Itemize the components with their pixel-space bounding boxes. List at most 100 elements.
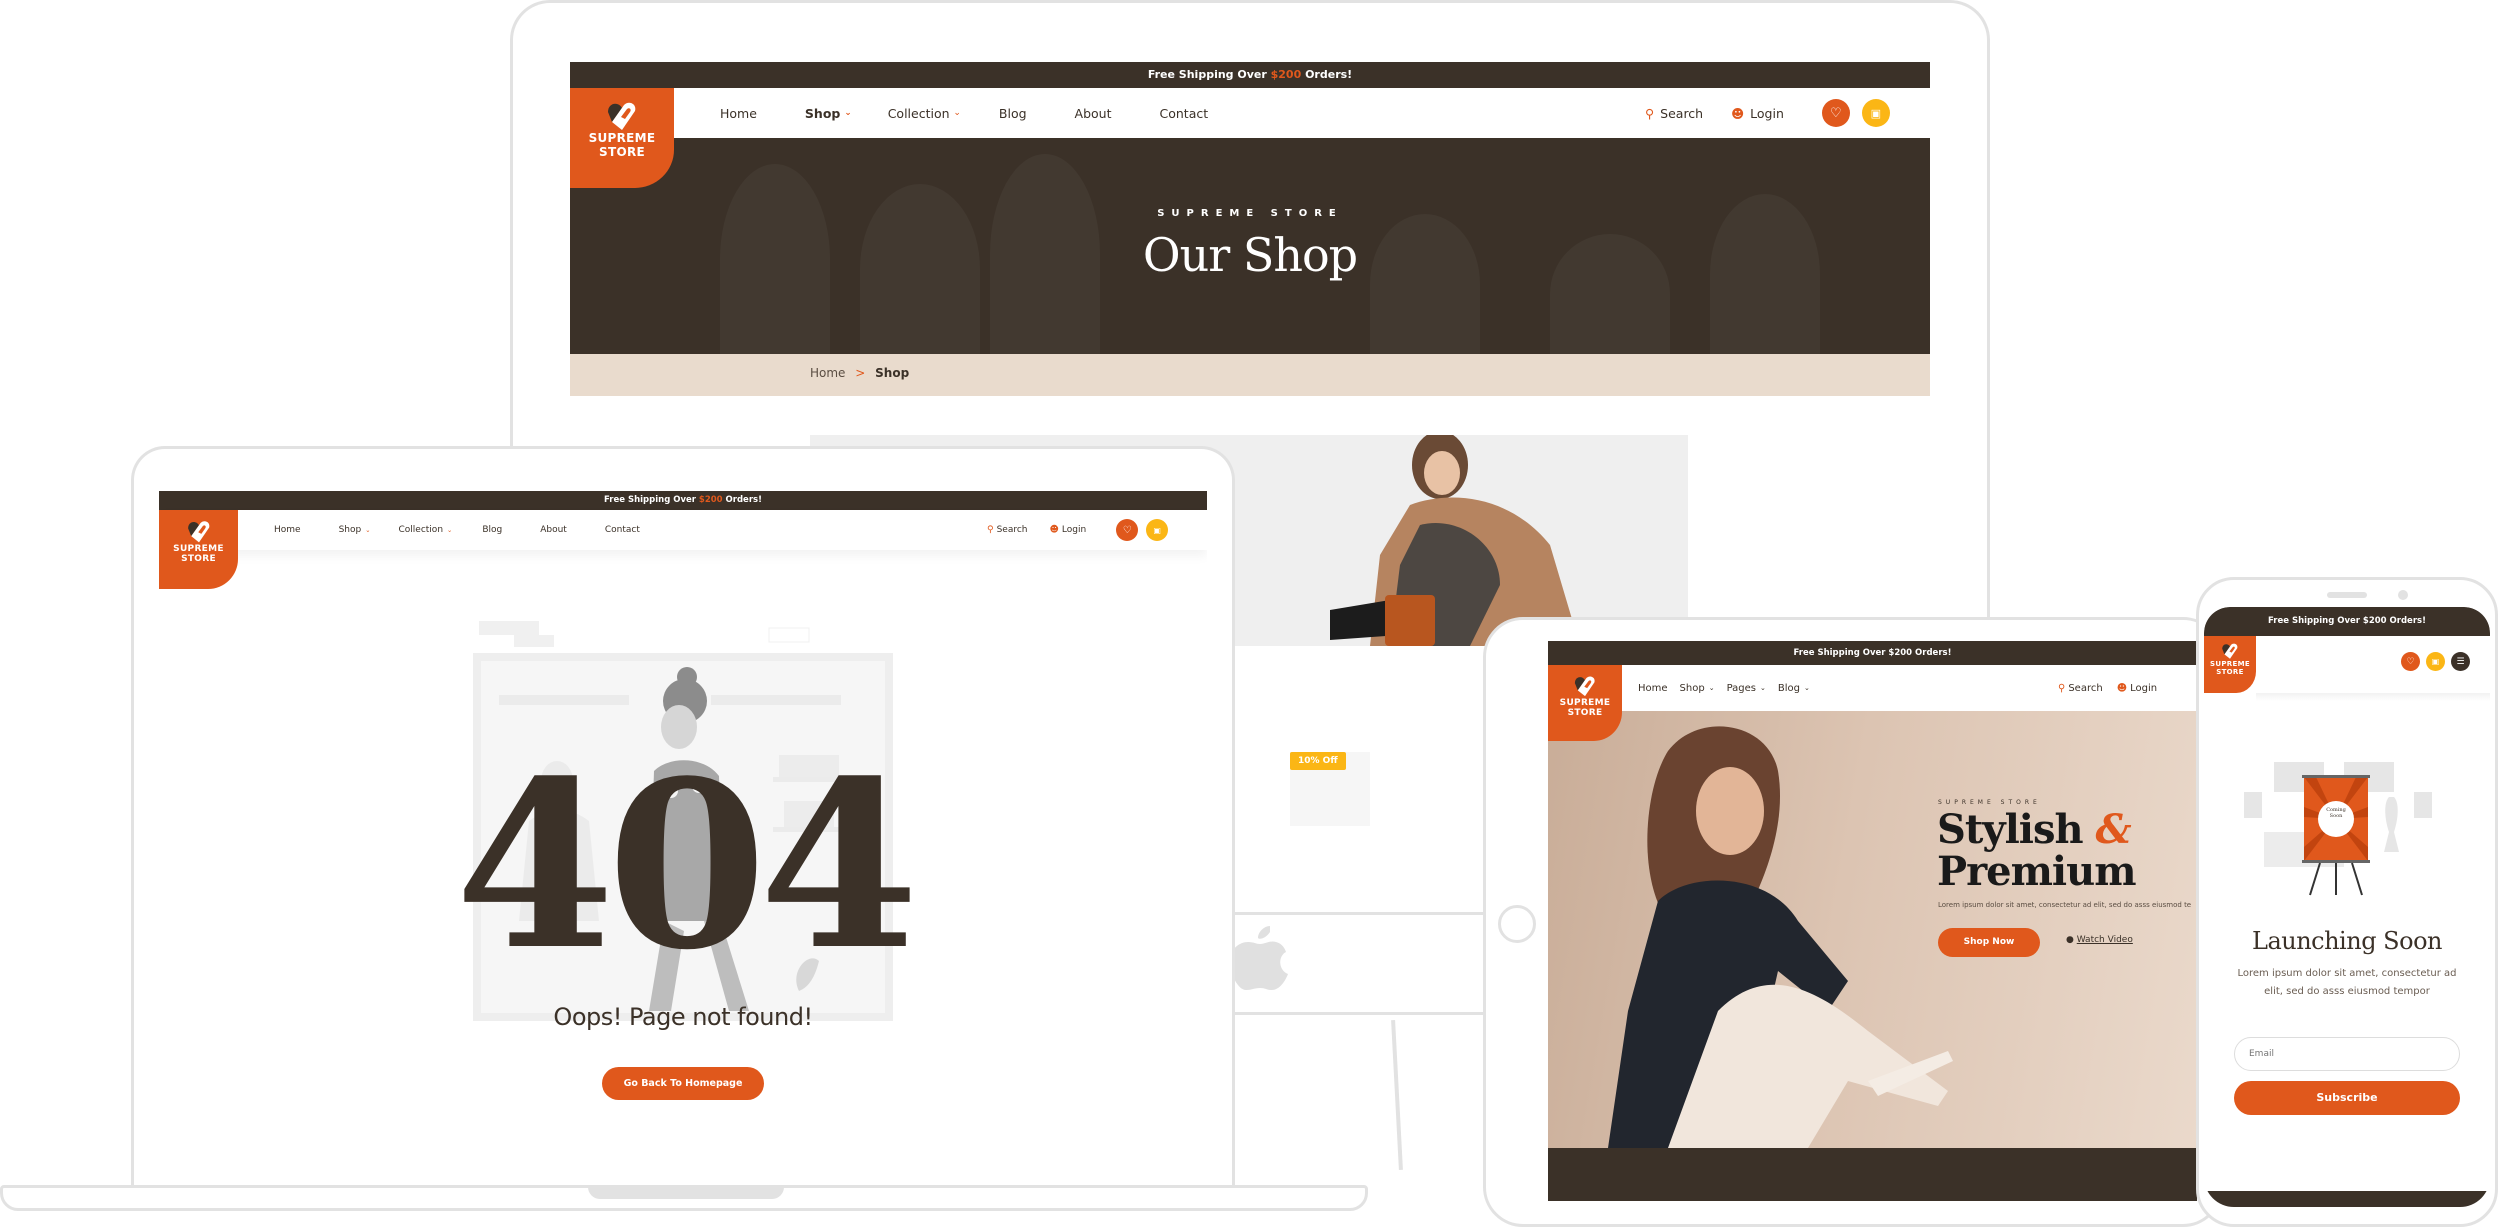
nav-menu: Home Shop ⌄ Collection ⌄ Blog About Contac…	[274, 510, 640, 550]
go-home-button[interactable]: Go Back To Homepage	[602, 1067, 764, 1100]
phone-camera	[2398, 590, 2408, 600]
nav-item-blog[interactable]: Blog	[482, 525, 502, 535]
nav-actions: ⚲ Search ☻ Login ♡ ▣	[1645, 88, 1890, 138]
launching-title: Launching Soon	[2252, 927, 2442, 955]
heart-icon: ♡	[1122, 524, 1132, 536]
logo[interactable]: SUPREME STORE	[2204, 636, 2256, 693]
cart-button[interactable]: ▣	[1146, 519, 1169, 541]
play-circle-icon: ●	[2066, 935, 2074, 945]
chevron-down-icon: ⌄	[1803, 684, 1810, 692]
phone-footer-bar	[2204, 1191, 2490, 1207]
announcement-bar: Free Shipping Over $200 Orders!	[570, 62, 1930, 88]
main-nav: Home Shop ⌄ Collection ⌄ Blog About Contac…	[159, 510, 1207, 550]
launching-description: Lorem ipsum dolor sit amet, consectetur …	[2237, 968, 2457, 997]
shopping-bag-icon: ▣	[2431, 657, 2440, 666]
hamburger-menu-icon: ☰	[2456, 656, 2465, 667]
announcement-bar: Free Shipping Over $200 Orders!	[2204, 607, 2490, 636]
logo[interactable]: SUPREME STORE	[570, 88, 674, 188]
breadcrumb-current: Shop	[875, 366, 910, 380]
login-link[interactable]: ☻ Login	[1050, 525, 1087, 535]
tablet-home-page: Free Shipping Over $200 Orders! Home Sho…	[1548, 641, 2197, 1201]
nav-item-blog[interactable]: Blog	[999, 106, 1027, 121]
nav-item-pages[interactable]: Pages ⌄	[1727, 683, 1766, 694]
laptop-404-page: Free Shipping Over $200 Orders! Home Sho…	[159, 491, 1207, 1183]
email-input[interactable]	[2234, 1037, 2460, 1071]
product-card: 10% Off	[1290, 752, 1370, 826]
hero-eyebrow: SUPREME STORE	[1938, 799, 2041, 806]
nav-item-collection[interactable]: Collection ⌄	[888, 106, 961, 121]
nav-item-home[interactable]: Home	[720, 106, 757, 121]
phone-speaker	[2327, 592, 2367, 598]
heart-tag-icon	[2222, 643, 2238, 659]
nav-item-about[interactable]: About	[540, 525, 567, 535]
menu-button[interactable]: ☰	[2451, 652, 2470, 671]
nav-item-home[interactable]: Home	[1638, 683, 1668, 694]
heart-tag-icon	[1574, 676, 1595, 697]
search-icon: ⚲	[2058, 682, 2066, 694]
poster-text: Coming Soon	[2326, 807, 2346, 819]
nav-item-blog[interactable]: Blog ⌄	[1778, 683, 1810, 694]
main-nav: Home Shop ⌄ Pages ⌄ Blog ⌄ ⚲ Search ☻ Login	[1548, 665, 2197, 711]
nav-item-collection[interactable]: Collection ⌄	[399, 525, 453, 535]
nav-menu: Home Shop ⌄ Pages ⌄ Blog ⌄	[1638, 665, 1810, 711]
error-message: Oops! Page not found!	[553, 1003, 813, 1031]
user-icon: ☻	[2116, 682, 2128, 694]
phone-nav-actions: ♡ ▣ ☰	[2401, 652, 2470, 671]
hero-model-photo	[1608, 726, 1953, 1148]
hero-banner: SUPREME STORE Stylish & Premium Lorem ip…	[1548, 711, 2197, 1148]
breadcrumb-separator: >	[855, 366, 866, 380]
hero-title: Stylish & Premium	[1937, 806, 2137, 895]
nav-actions: ⚲ Search ☻ Login	[2058, 665, 2157, 711]
chevron-down-icon: ⌄	[844, 108, 852, 118]
main-nav: Home Shop ⌄ Collection ⌄ Blog About Contac…	[570, 88, 1930, 138]
search-link[interactable]: ⚲ Search	[987, 525, 1028, 535]
logo[interactable]: SUPREME STORE	[159, 510, 238, 589]
wishlist-button[interactable]: ♡	[1821, 99, 1850, 127]
nav-item-contact[interactable]: Contact	[1160, 106, 1209, 121]
heart-tag-icon	[187, 521, 209, 543]
search-link[interactable]: ⚲ Search	[1645, 106, 1703, 121]
shopping-bag-icon: ▣	[1870, 106, 1882, 120]
chevron-down-icon: ⌄	[1759, 684, 1766, 692]
error-code-wrap: 404	[159, 751, 1207, 981]
logo[interactable]: SUPREME STORE	[1548, 665, 1622, 741]
subscribe-button[interactable]: Subscribe	[2234, 1081, 2460, 1115]
nav-item-shop[interactable]: Shop ⌄	[339, 525, 371, 535]
laptop-notch	[588, 1185, 784, 1199]
nav-item-home[interactable]: Home	[274, 525, 301, 535]
nav-item-shop[interactable]: Shop ⌄	[805, 106, 852, 121]
nav-item-about[interactable]: About	[1075, 106, 1112, 121]
cart-button[interactable]: ▣	[1861, 99, 1890, 127]
breadcrumb: Home > Shop	[570, 354, 1930, 396]
announcement-bar: Free Shipping Over $200 Orders!	[159, 491, 1207, 510]
search-link[interactable]: ⚲ Search	[2058, 683, 2103, 694]
search-icon: ⚲	[1645, 105, 1655, 121]
hero-eyebrow: SUPREME STORE	[1157, 208, 1343, 219]
tablet-bottom-bar	[1548, 1148, 2197, 1201]
heart-icon: ♡	[1830, 105, 1842, 121]
monitor-stand	[1391, 1019, 1403, 1171]
page-hero: SUPREME STORE Our Shop	[570, 138, 1930, 354]
nav-item-contact[interactable]: Contact	[605, 525, 640, 535]
error-code: 404	[454, 731, 919, 1001]
nav-actions: ⚲ Search ☻ Login ♡ ▣	[987, 510, 1169, 550]
heart-icon: ♡	[2406, 656, 2415, 667]
login-link[interactable]: ☻ Login	[1731, 106, 1784, 121]
phone-coming-soon-page: Free Shipping Over $200 Orders! SUPREME …	[2204, 607, 2490, 1207]
cart-button[interactable]: ▣	[2426, 652, 2445, 671]
discount-badge: 10% Off	[1290, 752, 1346, 770]
nav-item-shop[interactable]: Shop ⌄	[1680, 683, 1715, 694]
login-link[interactable]: ☻ Login	[2117, 683, 2157, 694]
tablet-home-button[interactable]	[1498, 905, 1536, 943]
user-icon: ☻	[1731, 105, 1745, 121]
wishlist-button[interactable]: ♡	[2401, 652, 2420, 671]
chevron-down-icon: ⌄	[447, 526, 453, 534]
wishlist-button[interactable]: ♡	[1116, 519, 1139, 541]
watch-video-link[interactable]: ● Watch Video	[2066, 935, 2133, 945]
page-title: Our Shop	[1142, 228, 1358, 282]
apple-logo-icon	[1230, 926, 1288, 990]
user-icon: ☻	[1049, 525, 1059, 535]
shop-now-button[interactable]: Shop Now	[1938, 928, 2040, 957]
breadcrumb-home[interactable]: Home	[810, 366, 845, 380]
nav-menu: Home Shop ⌄ Collection ⌄ Blog About Contac…	[720, 88, 1208, 138]
